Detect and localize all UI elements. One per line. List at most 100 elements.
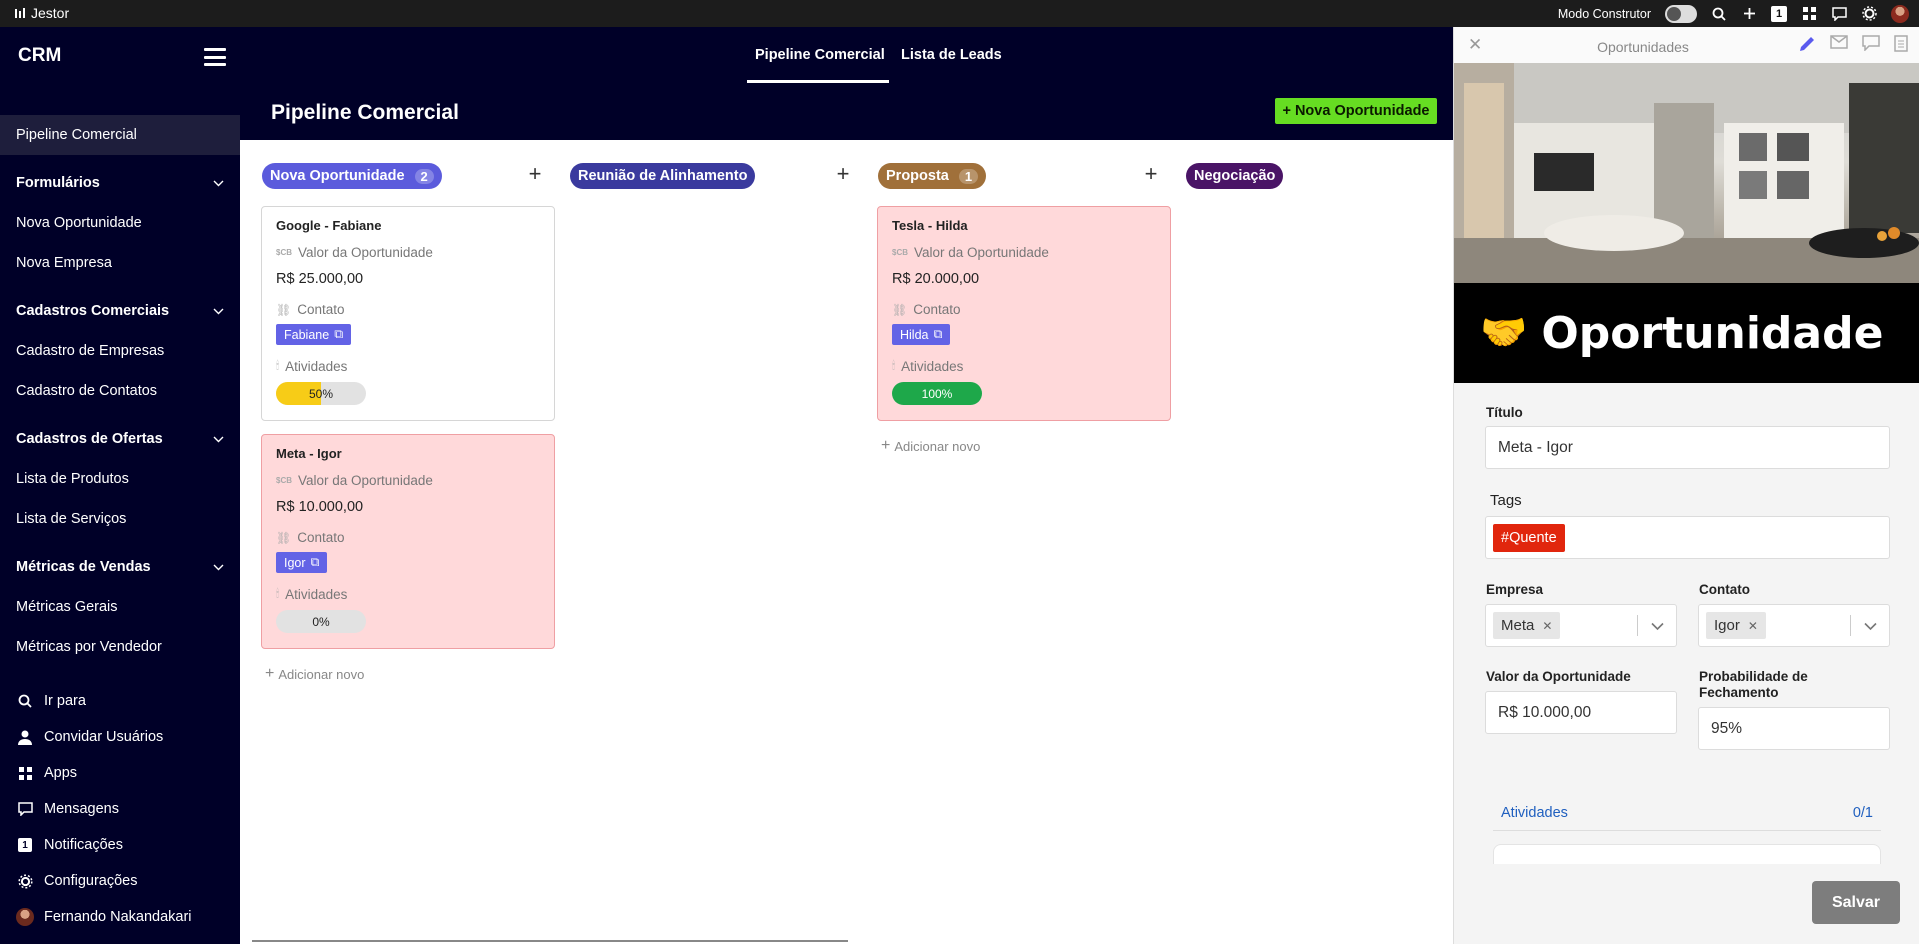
sidebar-item-metricas-vendedor[interactable]: Métricas por Vendedor xyxy=(0,627,240,667)
activities-section-header[interactable]: Atividades 0/1 xyxy=(1493,801,1881,831)
column-proposta[interactable]: Proposta 1 xyxy=(878,163,987,189)
notification-count-badge[interactable]: 1 xyxy=(1771,5,1787,22)
handshake-icon: 🤝 xyxy=(1480,312,1528,354)
sidebar-profile[interactable]: Fernando Nakandakari xyxy=(0,899,240,935)
sidebar-item-nova-oportunidade[interactable]: Nova Oportunidade xyxy=(0,203,240,243)
sidebar-invite-users[interactable]: Convidar Usuários xyxy=(0,719,240,755)
contact-select[interactable]: Igor ✕ xyxy=(1698,604,1890,647)
column-name: Proposta xyxy=(886,168,949,184)
probability-input[interactable]: 95% xyxy=(1698,707,1890,750)
user-avatar[interactable] xyxy=(1891,4,1909,23)
sidebar-group-cadastros-comerciais[interactable]: Cadastros Comerciais xyxy=(0,291,240,331)
builder-mode-toggle[interactable] xyxy=(1665,4,1697,23)
sidebar-messages[interactable]: Mensagens xyxy=(0,791,240,827)
sidebar-group-metricas-vendas[interactable]: Métricas de Vendas xyxy=(0,547,240,587)
chevron-down-icon xyxy=(213,304,224,320)
card-activities-label: 🕯 Atividades xyxy=(892,359,964,374)
opportunity-card[interactable]: Tesla - Hilda $CB Valor da Oportunidade R… xyxy=(877,206,1171,421)
document-icon[interactable] xyxy=(1894,35,1908,58)
sidebar-group-formularios[interactable]: Formulários xyxy=(0,163,240,203)
edit-pencil-icon[interactable] xyxy=(1798,35,1816,58)
sidebar-settings[interactable]: Configurações xyxy=(0,863,240,899)
save-button[interactable]: Salvar xyxy=(1812,881,1900,924)
sidebar-item-pipeline-comercial[interactable]: Pipeline Comercial xyxy=(0,115,240,155)
brand-name: Jestor xyxy=(31,5,70,21)
sidebar-item-nova-empresa[interactable]: Nova Empresa xyxy=(0,243,240,283)
column-negociacao[interactable]: Negociação xyxy=(1186,163,1284,189)
apps-grid-icon[interactable] xyxy=(1801,6,1817,22)
activity-icon: 🕯 xyxy=(892,360,896,372)
card-value-label: $CB Valor da Oportunidade xyxy=(892,245,1049,260)
sidebar-item-lista-produtos[interactable]: Lista de Produtos xyxy=(0,459,240,499)
sidebar-notifications[interactable]: 1 Notificações xyxy=(0,827,240,863)
contact-chip[interactable]: Hilda ⧉ xyxy=(892,324,951,345)
apps-grid-icon xyxy=(16,764,34,782)
contact-chip[interactable]: Fabiane ⧉ xyxy=(276,324,352,345)
card-value: R$ 10.000,00 xyxy=(276,499,364,515)
sidebar-item-label: Métricas Gerais xyxy=(16,599,118,615)
card-title: Meta - Igor xyxy=(276,446,342,461)
sidebar-item-cadastro-empresas[interactable]: Cadastro de Empresas xyxy=(0,331,240,371)
sidebar-item-cadastro-contatos[interactable]: Cadastro de Contatos xyxy=(0,371,240,411)
cover-image xyxy=(1454,63,1919,283)
contact-chip[interactable]: Igor ✕ xyxy=(1706,612,1766,639)
link-icon: ⛓ xyxy=(276,302,292,317)
company-select[interactable]: Meta ✕ xyxy=(1485,604,1677,647)
column-nova-oportunidade[interactable]: Nova Oportunidade 2 xyxy=(262,163,442,189)
living-room-illustration xyxy=(1454,63,1919,283)
add-card-plus-icon[interactable]: + xyxy=(1142,163,1160,185)
chevron-down-icon xyxy=(213,560,224,576)
sidebar-apps[interactable]: Apps xyxy=(0,755,240,791)
tags-input[interactable]: #Quente xyxy=(1485,516,1890,559)
search-icon[interactable] xyxy=(1711,6,1727,22)
record-type-title: Oportunidade xyxy=(1541,307,1884,359)
remove-icon[interactable]: ✕ xyxy=(1542,619,1552,633)
add-card-plus-icon[interactable]: + xyxy=(834,163,852,185)
tag-chip[interactable]: #Quente xyxy=(1493,523,1565,552)
record-detail-panel: ✕ Oportunidades 🤝 Oportunidade Título Me… xyxy=(1453,27,1919,944)
tags-field-label: Tags xyxy=(1490,492,1522,509)
plus-icon[interactable] xyxy=(1741,6,1757,22)
jestor-brand[interactable]: Jestor xyxy=(14,5,69,21)
add-new-card-link[interactable]: + Adicionar novo xyxy=(265,665,364,683)
opportunity-value-input[interactable]: R$ 10.000,00 xyxy=(1485,691,1677,734)
opportunity-card[interactable]: Google - Fabiane $CB Valor da Oportunidad… xyxy=(261,206,555,421)
sidebar-item-label: Cadastro de Empresas xyxy=(16,343,165,359)
chevron-down-icon[interactable] xyxy=(1651,618,1664,636)
sidebar-item-lista-servicos[interactable]: Lista de Serviços xyxy=(0,499,240,539)
chevron-down-icon[interactable] xyxy=(1864,618,1877,636)
sidebar-bottom-label: Notificações xyxy=(44,837,123,853)
new-opportunity-button[interactable]: + Nova Oportunidade xyxy=(1275,98,1437,124)
remove-icon[interactable]: ✕ xyxy=(1748,619,1758,633)
chat-icon[interactable] xyxy=(1831,6,1847,22)
add-new-card-link[interactable]: + Adicionar novo xyxy=(881,437,980,455)
tab-lista-de-leads[interactable]: Lista de Leads xyxy=(901,47,1002,63)
sidebar-item-label: Nova Oportunidade xyxy=(16,215,142,231)
currency-icon: $CB xyxy=(276,476,293,485)
top-bar: Jestor Modo Construtor 1 xyxy=(0,0,1919,27)
hamburger-menu-icon[interactable] xyxy=(204,48,226,66)
column-name: Nova Oportunidade xyxy=(270,168,405,184)
add-card-plus-icon[interactable]: + xyxy=(526,163,544,185)
currency-icon: $CB xyxy=(892,248,909,257)
sidebar-item-metricas-gerais[interactable]: Métricas Gerais xyxy=(0,587,240,627)
title-input[interactable]: Meta - Igor xyxy=(1485,426,1890,469)
external-link-icon: ⧉ xyxy=(310,555,320,569)
mail-icon[interactable] xyxy=(1830,35,1848,58)
column-reuniao-alinhamento[interactable]: Reunião de Alinhamento xyxy=(570,163,756,189)
contact-chip[interactable]: Igor ⧉ xyxy=(276,552,328,573)
tab-pipeline-comercial[interactable]: Pipeline Comercial xyxy=(755,47,885,63)
user-icon xyxy=(16,728,34,746)
comment-icon[interactable] xyxy=(1862,35,1880,58)
page-title: Pipeline Comercial xyxy=(271,101,459,124)
gear-icon[interactable] xyxy=(1861,6,1877,22)
sidebar-group-label: Cadastros Comerciais xyxy=(16,303,170,319)
horizontal-scrollbar[interactable] xyxy=(252,940,848,942)
plus-icon: + xyxy=(881,437,891,454)
new-opportunity-label: Nova Oportunidade xyxy=(1294,103,1430,119)
sidebar-group-cadastros-ofertas[interactable]: Cadastros de Ofertas xyxy=(0,419,240,459)
sidebar-goto[interactable]: Ir para xyxy=(0,683,240,719)
progress-label: 50% xyxy=(308,386,334,401)
opportunity-card[interactable]: Meta - Igor $CB Valor da Oportunidade R$ … xyxy=(261,434,555,649)
company-chip[interactable]: Meta ✕ xyxy=(1493,612,1561,639)
